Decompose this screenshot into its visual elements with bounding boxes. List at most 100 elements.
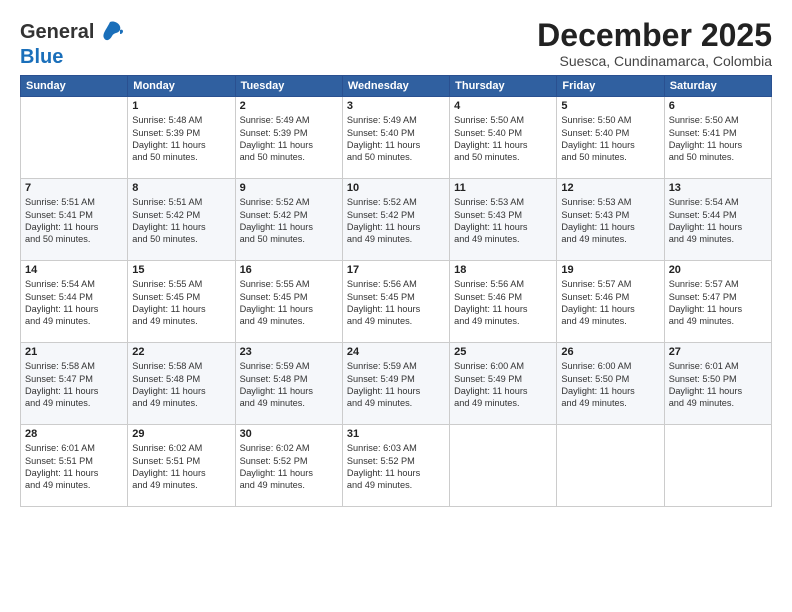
calendar-cell: 3 Sunrise: 5:49 AMSunset: 5:40 PMDaylight… — [342, 97, 449, 179]
calendar-week-4: 21 Sunrise: 5:58 AMSunset: 5:47 PMDayligh… — [21, 343, 772, 425]
day-number: 16 — [240, 264, 338, 276]
day-info: Sunrise: 5:58 AMSunset: 5:48 PMDaylight:… — [132, 360, 230, 410]
day-number: 31 — [347, 428, 445, 440]
calendar-cell: 27 Sunrise: 6:01 AMSunset: 5:50 PMDayligh… — [664, 343, 771, 425]
day-info: Sunrise: 6:02 AMSunset: 5:52 PMDaylight:… — [240, 442, 338, 492]
day-number: 21 — [25, 346, 123, 358]
day-info: Sunrise: 6:03 AMSunset: 5:52 PMDaylight:… — [347, 442, 445, 492]
day-number: 15 — [132, 264, 230, 276]
day-info: Sunrise: 5:57 AMSunset: 5:47 PMDaylight:… — [669, 278, 767, 328]
day-number: 1 — [132, 100, 230, 112]
calendar-cell: 21 Sunrise: 5:58 AMSunset: 5:47 PMDayligh… — [21, 343, 128, 425]
calendar-cell: 30Sunrise: 6:02 AMSunset: 5:52 PMDayligh… — [235, 425, 342, 507]
calendar-cell: 16 Sunrise: 5:55 AMSunset: 5:45 PMDayligh… — [235, 261, 342, 343]
calendar-cell: 26 Sunrise: 6:00 AMSunset: 5:50 PMDayligh… — [557, 343, 664, 425]
calendar-cell: 22 Sunrise: 5:58 AMSunset: 5:48 PMDayligh… — [128, 343, 235, 425]
day-number: 3 — [347, 100, 445, 112]
day-number: 20 — [669, 264, 767, 276]
logo-blue: Blue — [20, 46, 63, 68]
day-info: Sunrise: 5:49 AMSunset: 5:39 PMDaylight:… — [240, 114, 338, 164]
calendar-cell: 14 Sunrise: 5:54 AMSunset: 5:44 PMDayligh… — [21, 261, 128, 343]
day-info: Sunrise: 5:56 AMSunset: 5:46 PMDaylight:… — [454, 278, 552, 328]
day-info: Sunrise: 5:53 AMSunset: 5:43 PMDaylight:… — [561, 196, 659, 246]
day-info: Sunrise: 5:52 AMSunset: 5:42 PMDaylight:… — [347, 196, 445, 246]
day-info: Sunrise: 6:01 AMSunset: 5:51 PMDaylight:… — [25, 442, 123, 492]
calendar-table: Sunday Monday Tuesday Wednesday Thursday… — [20, 75, 772, 507]
calendar-cell: 25 Sunrise: 6:00 AMSunset: 5:49 PMDayligh… — [450, 343, 557, 425]
day-info: Sunrise: 5:55 AMSunset: 5:45 PMDaylight:… — [132, 278, 230, 328]
calendar-week-3: 14 Sunrise: 5:54 AMSunset: 5:44 PMDayligh… — [21, 261, 772, 343]
day-info: Sunrise: 5:55 AMSunset: 5:45 PMDaylight:… — [240, 278, 338, 328]
day-info: Sunrise: 5:51 AMSunset: 5:42 PMDaylight:… — [132, 196, 230, 246]
day-info: Sunrise: 5:58 AMSunset: 5:47 PMDaylight:… — [25, 360, 123, 410]
calendar-cell: 23 Sunrise: 5:59 AMSunset: 5:48 PMDayligh… — [235, 343, 342, 425]
calendar-cell — [664, 425, 771, 507]
calendar-cell: 4Sunrise: 5:50 AMSunset: 5:40 PMDaylight… — [450, 97, 557, 179]
day-info: Sunrise: 5:50 AMSunset: 5:40 PMDaylight:… — [561, 114, 659, 164]
logo: General Blue — [20, 18, 124, 68]
day-number: 27 — [669, 346, 767, 358]
day-info: Sunrise: 5:54 AMSunset: 5:44 PMDaylight:… — [25, 278, 123, 328]
logo-bird-icon — [96, 18, 124, 46]
logo-general: General — [20, 21, 94, 43]
calendar-cell: 29 Sunrise: 6:02 AMSunset: 5:51 PMDayligh… — [128, 425, 235, 507]
day-number: 28 — [25, 428, 123, 440]
day-number: 23 — [240, 346, 338, 358]
day-info: Sunrise: 5:48 AMSunset: 5:39 PMDaylight:… — [132, 114, 230, 164]
day-info: Sunrise: 5:57 AMSunset: 5:46 PMDaylight:… — [561, 278, 659, 328]
day-number: 24 — [347, 346, 445, 358]
day-number: 18 — [454, 264, 552, 276]
calendar-cell: 9 Sunrise: 5:52 AMSunset: 5:42 PMDaylight… — [235, 179, 342, 261]
calendar-cell: 6Sunrise: 5:50 AMSunset: 5:41 PMDaylight… — [664, 97, 771, 179]
calendar-cell: 15 Sunrise: 5:55 AMSunset: 5:45 PMDayligh… — [128, 261, 235, 343]
day-info: Sunrise: 5:52 AMSunset: 5:42 PMDaylight:… — [240, 196, 338, 246]
calendar-cell: 5 Sunrise: 5:50 AMSunset: 5:40 PMDaylight… — [557, 97, 664, 179]
day-number: 25 — [454, 346, 552, 358]
day-number: 19 — [561, 264, 659, 276]
day-number: 26 — [561, 346, 659, 358]
calendar-cell: 13Sunrise: 5:54 AMSunset: 5:44 PMDayligh… — [664, 179, 771, 261]
calendar-cell: 12 Sunrise: 5:53 AMSunset: 5:43 PMDayligh… — [557, 179, 664, 261]
day-info: Sunrise: 5:49 AMSunset: 5:40 PMDaylight:… — [347, 114, 445, 164]
day-info: Sunrise: 5:51 AMSunset: 5:41 PMDaylight:… — [25, 196, 123, 246]
page: General Blue December 2025 Suesca, Cundi… — [0, 0, 792, 612]
calendar-cell: 2Sunrise: 5:49 AMSunset: 5:39 PMDaylight… — [235, 97, 342, 179]
col-saturday: Saturday — [664, 76, 771, 97]
day-number: 11 — [454, 182, 552, 194]
calendar-week-1: 1 Sunrise: 5:48 AMSunset: 5:39 PMDaylight… — [21, 97, 772, 179]
calendar-cell — [557, 425, 664, 507]
subtitle: Suesca, Cundinamarca, Colombia — [537, 53, 772, 69]
calendar-cell: 7Sunrise: 5:51 AMSunset: 5:41 PMDaylight… — [21, 179, 128, 261]
calendar-cell — [21, 97, 128, 179]
day-number: 10 — [347, 182, 445, 194]
day-info: Sunrise: 6:01 AMSunset: 5:50 PMDaylight:… — [669, 360, 767, 410]
calendar-header-row: Sunday Monday Tuesday Wednesday Thursday… — [21, 76, 772, 97]
title-block: December 2025 Suesca, Cundinamarca, Colo… — [537, 18, 772, 69]
day-info: Sunrise: 5:59 AMSunset: 5:49 PMDaylight:… — [347, 360, 445, 410]
day-number: 29 — [132, 428, 230, 440]
calendar-cell: 8 Sunrise: 5:51 AMSunset: 5:42 PMDaylight… — [128, 179, 235, 261]
day-number: 9 — [240, 182, 338, 194]
day-number: 8 — [132, 182, 230, 194]
calendar-cell: 17Sunrise: 5:56 AMSunset: 5:45 PMDayligh… — [342, 261, 449, 343]
calendar-cell: 20 Sunrise: 5:57 AMSunset: 5:47 PMDayligh… — [664, 261, 771, 343]
day-number: 12 — [561, 182, 659, 194]
day-info: Sunrise: 6:02 AMSunset: 5:51 PMDaylight:… — [132, 442, 230, 492]
day-info: Sunrise: 5:59 AMSunset: 5:48 PMDaylight:… — [240, 360, 338, 410]
day-number: 5 — [561, 100, 659, 112]
col-wednesday: Wednesday — [342, 76, 449, 97]
col-friday: Friday — [557, 76, 664, 97]
calendar-cell: 10 Sunrise: 5:52 AMSunset: 5:42 PMDayligh… — [342, 179, 449, 261]
calendar-cell: 28 Sunrise: 6:01 AMSunset: 5:51 PMDayligh… — [21, 425, 128, 507]
day-info: Sunrise: 5:54 AMSunset: 5:44 PMDaylight:… — [669, 196, 767, 246]
main-title: December 2025 — [537, 18, 772, 53]
col-monday: Monday — [128, 76, 235, 97]
day-info: Sunrise: 6:00 AMSunset: 5:50 PMDaylight:… — [561, 360, 659, 410]
day-number: 14 — [25, 264, 123, 276]
day-number: 22 — [132, 346, 230, 358]
calendar-week-2: 7Sunrise: 5:51 AMSunset: 5:41 PMDaylight… — [21, 179, 772, 261]
header: General Blue December 2025 Suesca, Cundi… — [20, 18, 772, 69]
day-info: Sunrise: 5:50 AMSunset: 5:40 PMDaylight:… — [454, 114, 552, 164]
col-sunday: Sunday — [21, 76, 128, 97]
day-info: Sunrise: 6:00 AMSunset: 5:49 PMDaylight:… — [454, 360, 552, 410]
